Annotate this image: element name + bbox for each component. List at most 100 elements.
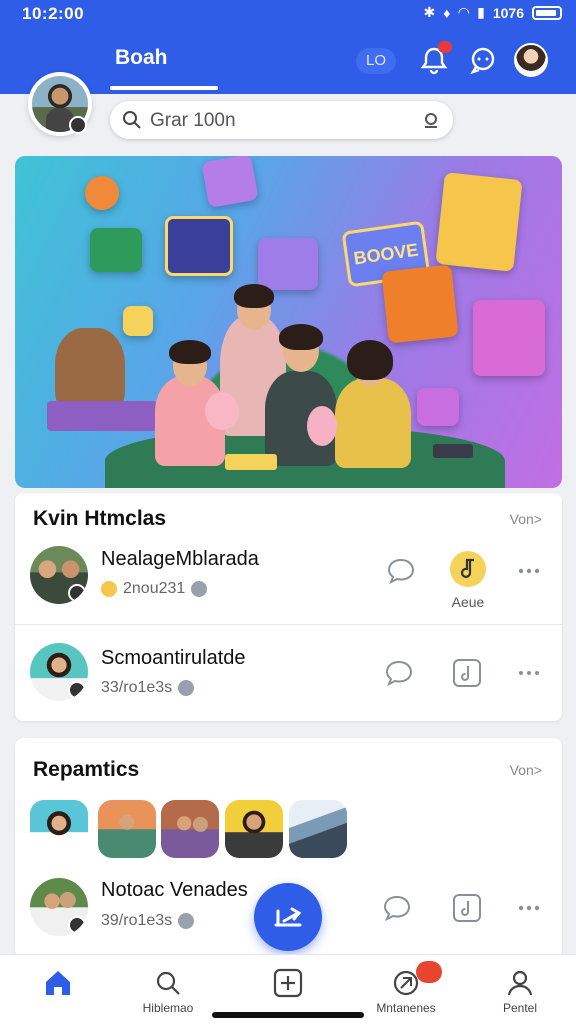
music-note-icon[interactable] xyxy=(451,892,483,924)
row-name[interactable]: NealageMblarada xyxy=(101,548,259,571)
nav-add[interactable] xyxy=(240,955,336,1015)
add-icon xyxy=(273,968,303,998)
home-indicator xyxy=(212,1012,364,1018)
nav-label: Hiblemao xyxy=(142,1001,194,1015)
row-avatar[interactable] xyxy=(30,878,88,936)
tab-indicator xyxy=(110,86,218,90)
section-title: Repamtics xyxy=(33,758,140,781)
floating-sticker xyxy=(201,156,259,208)
search-input[interactable]: Grar 100n xyxy=(150,110,236,132)
music-button[interactable] xyxy=(450,551,486,587)
row-meta-text: 2nou231 xyxy=(123,580,186,597)
coin-icon xyxy=(101,581,117,597)
floating-photo-card xyxy=(258,238,318,290)
view-more-link[interactable]: Von> xyxy=(510,511,542,527)
section-title: Kvin Htmclas xyxy=(33,507,167,530)
row-meta-text: 33/ro1e3s xyxy=(101,679,173,696)
profile-icon xyxy=(507,970,533,996)
status-time: 10:2:00 xyxy=(22,4,85,23)
more-icon[interactable] xyxy=(513,657,545,689)
nav-home[interactable] xyxy=(10,955,106,1015)
row-meta: 33/ro1e3s xyxy=(101,679,195,697)
avatar-status-icon xyxy=(68,916,86,934)
badge-icon xyxy=(178,913,195,929)
profile-avatar[interactable] xyxy=(28,72,92,136)
nav-label: Pentel xyxy=(502,1001,538,1015)
thumbnail[interactable] xyxy=(161,800,219,858)
floating-photo-card xyxy=(473,300,545,376)
row-meta-text: 39/ro1e3s xyxy=(101,912,173,929)
row-meta: 39/ro1e3s xyxy=(101,912,195,930)
music-note-icon xyxy=(460,558,474,578)
avatar-status-icon xyxy=(68,584,86,602)
thumbnail[interactable] xyxy=(225,800,283,858)
floating-emoji xyxy=(85,176,119,210)
thumbnail[interactable] xyxy=(98,800,156,858)
divider xyxy=(15,624,562,625)
header-avatar[interactable] xyxy=(514,43,548,77)
live-section-card: Kvin Htmclas Von> NealageMblarada 2nou23… xyxy=(15,493,562,721)
nav-label: Mntanenes xyxy=(376,1001,436,1015)
profile-status-icon xyxy=(69,116,87,134)
lo-chip[interactable]: LO xyxy=(356,48,396,74)
remote xyxy=(433,444,473,458)
pink-plush xyxy=(307,406,337,446)
status-icons: ✱ ♦ ◠ ▮ 1076 xyxy=(423,4,562,21)
avatar-status-icon xyxy=(68,681,86,699)
badge-icon xyxy=(178,680,195,696)
status-bar: 10:2:00 ✱ ♦ ◠ ▮ 1076 xyxy=(0,0,576,28)
floating-photo-card xyxy=(381,264,459,344)
row-meta: 2nou231 xyxy=(101,580,208,598)
person-hair xyxy=(169,340,211,364)
thumbnail[interactable] xyxy=(289,800,347,858)
nav-search[interactable]: Hiblemao xyxy=(120,955,216,1015)
yellow-card xyxy=(225,454,277,470)
row-avatar[interactable] xyxy=(30,643,88,701)
thumbnail[interactable] xyxy=(30,800,88,858)
notification-badge xyxy=(416,961,442,983)
toy-block xyxy=(47,401,157,431)
person-hair xyxy=(347,340,393,380)
floating-sticker xyxy=(90,228,142,272)
floating-sticker xyxy=(417,388,459,426)
person xyxy=(335,378,411,468)
nav-messages[interactable]: Mntanenes xyxy=(358,955,454,1015)
chat-icon[interactable] xyxy=(467,44,499,76)
comment-icon[interactable] xyxy=(383,657,415,689)
notification-badge xyxy=(438,41,452,53)
floating-photo-card xyxy=(165,216,233,276)
music-button-label: Aeue xyxy=(451,594,485,610)
search-icon xyxy=(156,971,180,995)
hero-banner[interactable]: BOOVE xyxy=(15,156,562,488)
row-name[interactable]: Notoac Venades xyxy=(101,879,248,902)
wifi-icon: ◠ xyxy=(458,4,470,20)
signal-icon: ▮ xyxy=(477,4,485,20)
search-bar[interactable]: Grar 100n xyxy=(110,101,453,139)
badge-icon xyxy=(191,581,208,597)
create-button[interactable] xyxy=(254,883,322,951)
vibrate-icon: ♦ xyxy=(443,4,451,21)
view-more-link[interactable]: Von> xyxy=(510,762,542,778)
person-hair xyxy=(234,284,274,308)
tab-main[interactable]: Boah xyxy=(115,46,168,70)
battery-percent: 1076 xyxy=(492,4,524,21)
home-icon xyxy=(46,971,70,995)
floating-photo-card xyxy=(435,172,523,272)
comment-icon[interactable] xyxy=(385,555,417,587)
create-icon xyxy=(274,907,302,927)
app-header: 10:2:00 ✱ ♦ ◠ ▮ 1076 Boah LO xyxy=(0,0,576,94)
row-avatar[interactable] xyxy=(30,546,88,604)
search-icon xyxy=(123,111,141,129)
nav-profile[interactable]: Pentel xyxy=(472,955,568,1015)
person-hair xyxy=(279,324,323,350)
more-icon[interactable] xyxy=(513,555,545,587)
floating-music-icon xyxy=(123,306,153,336)
row-name[interactable]: Scmoantirulatde xyxy=(101,647,246,670)
comment-icon[interactable] xyxy=(381,892,413,924)
pink-plush xyxy=(205,392,239,430)
more-icon[interactable] xyxy=(513,892,545,924)
scan-icon[interactable] xyxy=(421,110,441,130)
battery-icon xyxy=(532,5,562,20)
music-note-icon[interactable] xyxy=(451,657,483,689)
bluetooth-icon: ✱ xyxy=(423,4,436,20)
